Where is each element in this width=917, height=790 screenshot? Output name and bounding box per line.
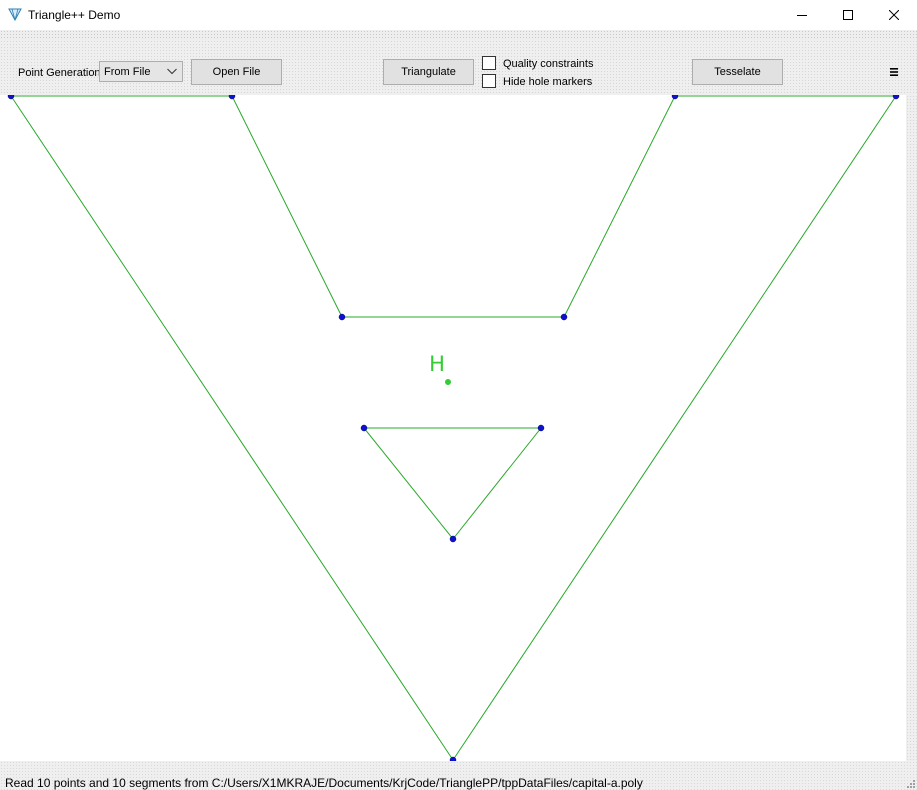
vertex-point[interactable]	[892, 95, 900, 100]
app-window: Triangle++ Demo Point Generation From Fi…	[0, 0, 917, 790]
toolbar-grip[interactable]	[0, 30, 917, 40]
status-message: Read 10 points and 10 segments from C:/U…	[5, 776, 643, 790]
drawing-canvas[interactable]: H	[0, 95, 906, 761]
minimize-button[interactable]	[779, 0, 825, 30]
hide-hole-markers-checkbox[interactable]	[482, 74, 496, 88]
minimize-icon	[797, 15, 807, 16]
triangulate-button[interactable]: Triangulate	[383, 59, 474, 85]
close-button[interactable]	[871, 0, 917, 30]
window-title: Triangle++ Demo	[28, 8, 121, 22]
tesselate-button[interactable]: Tesselate	[692, 59, 783, 85]
vertex-point[interactable]	[7, 95, 15, 100]
tesselate-label: Tesselate	[714, 66, 761, 78]
triangulate-label: Triangulate	[401, 66, 456, 78]
quality-constraints-label[interactable]: Quality constraints	[503, 57, 593, 71]
polygon-drawing[interactable]: H	[0, 95, 906, 761]
maximize-button[interactable]	[825, 0, 871, 30]
vertex-point[interactable]	[560, 313, 568, 321]
right-edge-strip	[906, 95, 917, 761]
point-generation-value: From File	[104, 66, 151, 78]
hole-marker-point[interactable]	[445, 379, 451, 385]
vertex-point[interactable]	[671, 95, 679, 100]
vertex-point[interactable]	[228, 95, 236, 100]
segments	[10, 95, 897, 761]
vertex-point[interactable]	[360, 424, 368, 432]
vertex-point[interactable]	[449, 535, 457, 543]
vertex-point[interactable]	[537, 424, 545, 432]
hole-marker-label: H	[429, 352, 445, 376]
maximize-icon	[843, 10, 853, 20]
point-generation-label: Point Generation	[18, 67, 101, 79]
vertex-point[interactable]	[338, 313, 346, 321]
point-generation-select[interactable]: From File	[99, 61, 183, 82]
title-bar[interactable]: Triangle++ Demo	[0, 0, 917, 30]
inner-segment-path	[363, 427, 543, 540]
close-icon	[889, 10, 899, 20]
hamburger-menu-icon[interactable]	[889, 67, 899, 77]
chevron-down-icon	[167, 68, 177, 75]
hide-hole-markers-label[interactable]: Hide hole markers	[503, 75, 592, 89]
triangle-app-icon	[8, 8, 22, 21]
size-grip-icon[interactable]	[905, 778, 915, 788]
open-file-label: Open File	[212, 66, 261, 78]
quality-constraints-checkbox[interactable]	[482, 56, 496, 70]
open-file-button[interactable]: Open File	[191, 59, 282, 85]
status-bar: Read 10 points and 10 segments from C:/U…	[0, 761, 917, 790]
